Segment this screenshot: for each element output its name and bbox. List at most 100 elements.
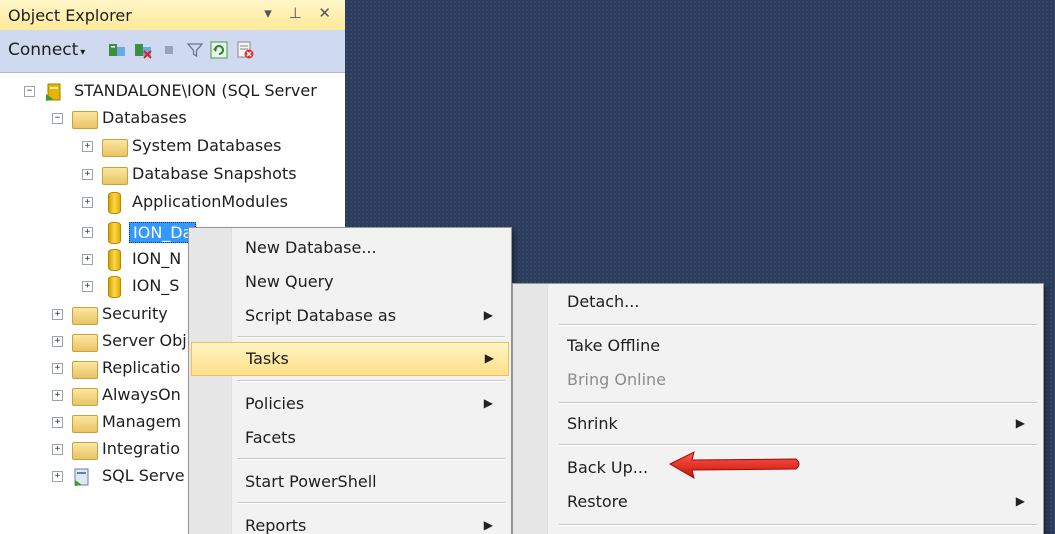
- object-explorer-toolbar: Connect ▾: [0, 30, 345, 73]
- submenu-arrow-icon: ▶: [1015, 416, 1025, 430]
- context-menu-item[interactable]: Start PowerShell: [191, 466, 507, 498]
- expand-icon[interactable]: +: [82, 281, 93, 292]
- tree-node-label: Databases: [102, 108, 187, 127]
- tree-node-label: ApplicationModules: [132, 192, 288, 211]
- submenu-arrow-icon: ▶: [1015, 494, 1025, 508]
- menu-separator: [559, 324, 1037, 326]
- folder-icon: [72, 415, 98, 433]
- expand-icon[interactable]: +: [52, 471, 63, 482]
- tasks-menu-item[interactable]: Take Offline: [515, 330, 1039, 362]
- ssms-window: Object Explorer ▾ ⊥ ✕ Connect ▾ − STANDA…: [0, 0, 1055, 534]
- expand-icon[interactable]: +: [52, 417, 63, 428]
- expand-icon[interactable]: +: [52, 309, 63, 320]
- tree-node[interactable]: + ApplicationModules: [0, 190, 345, 216]
- context-menu-item[interactable]: Policies ▶: [191, 388, 507, 420]
- tree-node-label: ION_S: [132, 276, 180, 295]
- expand-icon[interactable]: +: [82, 227, 93, 238]
- submenu-arrow-icon: ▶: [483, 396, 493, 410]
- folder-icon: [72, 442, 98, 460]
- object-explorer-titlebar: Object Explorer ▾ ⊥ ✕: [0, 0, 345, 31]
- database-icon: [108, 192, 121, 214]
- tasks-menu-item-label: Back Up...: [567, 458, 649, 477]
- tree-node-label: Server Obj: [102, 331, 187, 350]
- tasks-menu-item[interactable]: Shrink ▶: [515, 408, 1039, 440]
- tree-node[interactable]: − Databases: [0, 106, 345, 132]
- expand-icon[interactable]: +: [52, 336, 63, 347]
- database-context-menu: New Database... New Query Script Database …: [188, 227, 512, 534]
- menu-separator: [559, 524, 1037, 526]
- context-menu-item-label: New Database...: [245, 238, 377, 257]
- tasks-submenu: Detach... Take Offline Bring Online Shrink ▶…: [512, 283, 1044, 534]
- tree-node-label: Database Snapshots: [132, 164, 297, 183]
- expand-icon[interactable]: +: [82, 141, 93, 152]
- tasks-menu-item[interactable]: Detach...: [515, 286, 1039, 318]
- tree-node-label: Replicatio: [102, 358, 181, 377]
- tasks-menu-item-label: Shrink: [567, 414, 618, 433]
- database-icon: [108, 222, 121, 244]
- expand-icon[interactable]: +: [82, 169, 93, 180]
- submenu-arrow-icon: ▶: [483, 518, 493, 532]
- tasks-menu-item-label: Bring Online: [567, 370, 666, 389]
- tree-node[interactable]: + System Databases: [0, 134, 345, 160]
- expand-icon[interactable]: +: [82, 197, 93, 208]
- tree-node-label: System Databases: [132, 136, 282, 155]
- folder-icon: [72, 111, 98, 129]
- menu-separator: [237, 458, 505, 460]
- tasks-menu-item-label: Restore: [567, 492, 628, 511]
- tree-node-label: Managem: [102, 412, 182, 431]
- agent-icon: [72, 467, 92, 491]
- context-menu-item[interactable]: Facets: [191, 422, 507, 454]
- submenu-arrow-icon: ▶: [484, 351, 494, 365]
- activity-monitor-icon[interactable]: [236, 41, 254, 59]
- context-menu-item-label: Reports: [245, 516, 307, 534]
- context-menu-item[interactable]: Tasks ▶: [191, 342, 509, 376]
- connect-button[interactable]: Connect ▾: [8, 40, 85, 60]
- context-menu-item-label: New Query: [245, 272, 334, 291]
- chevron-down-icon[interactable]: ▾: [80, 47, 85, 58]
- panel-title: Object Explorer: [8, 6, 132, 25]
- red-arrow-annotation: [668, 451, 800, 480]
- connect-object-icon[interactable]: [108, 41, 126, 59]
- expand-icon[interactable]: +: [52, 444, 63, 455]
- collapse-icon[interactable]: −: [52, 113, 63, 124]
- tasks-menu-item[interactable]: Restore ▶: [515, 486, 1039, 518]
- database-icon: [108, 276, 121, 298]
- tree-node-label: ION_Da: [129, 222, 197, 243]
- context-menu-item[interactable]: Script Database as ▶: [191, 300, 507, 332]
- context-menu-item[interactable]: New Query: [191, 266, 507, 298]
- context-menu-item-label: Policies: [245, 394, 305, 413]
- filter-icon[interactable]: [186, 41, 204, 59]
- tree-node-label: Security: [102, 304, 168, 323]
- folder-icon: [72, 361, 98, 379]
- tree-node[interactable]: − STANDALONE\ION (SQL Server: [0, 79, 345, 105]
- folder-icon: [72, 388, 98, 406]
- collapse-icon[interactable]: −: [24, 86, 35, 97]
- menu-separator: [237, 380, 505, 382]
- submenu-arrow-icon: ▶: [483, 308, 493, 322]
- menu-separator: [559, 444, 1037, 446]
- stop-icon[interactable]: [160, 41, 178, 59]
- expand-icon[interactable]: +: [52, 363, 63, 374]
- server-icon: [44, 82, 64, 106]
- tasks-menu-item-label: Detach...: [567, 292, 640, 311]
- tree-node-label: Integratio: [102, 439, 181, 458]
- panel-window-controls[interactable]: ▾ ⊥ ✕: [264, 4, 337, 22]
- context-menu-item-label: Facets: [245, 428, 296, 447]
- disconnect-icon[interactable]: [134, 41, 152, 59]
- context-menu-item-label: Tasks: [246, 349, 289, 368]
- context-menu-item[interactable]: Reports ▶: [191, 510, 507, 534]
- folder-icon: [72, 307, 98, 325]
- tasks-menu-item: Bring Online: [515, 364, 1039, 396]
- refresh-icon[interactable]: [210, 41, 228, 59]
- tasks-menu-item-label: Take Offline: [567, 336, 661, 355]
- folder-icon: [102, 139, 128, 157]
- expand-icon[interactable]: +: [82, 254, 93, 265]
- tree-node-label: AlwaysOn: [102, 385, 181, 404]
- context-menu-item[interactable]: New Database...: [191, 232, 507, 264]
- tree-node-label: SQL Serve: [102, 466, 185, 485]
- database-icon: [108, 249, 121, 271]
- expand-icon[interactable]: +: [52, 390, 63, 401]
- menu-separator: [237, 502, 505, 504]
- tree-node[interactable]: + Database Snapshots: [0, 162, 345, 188]
- context-menu-item-label: Script Database as: [245, 306, 397, 325]
